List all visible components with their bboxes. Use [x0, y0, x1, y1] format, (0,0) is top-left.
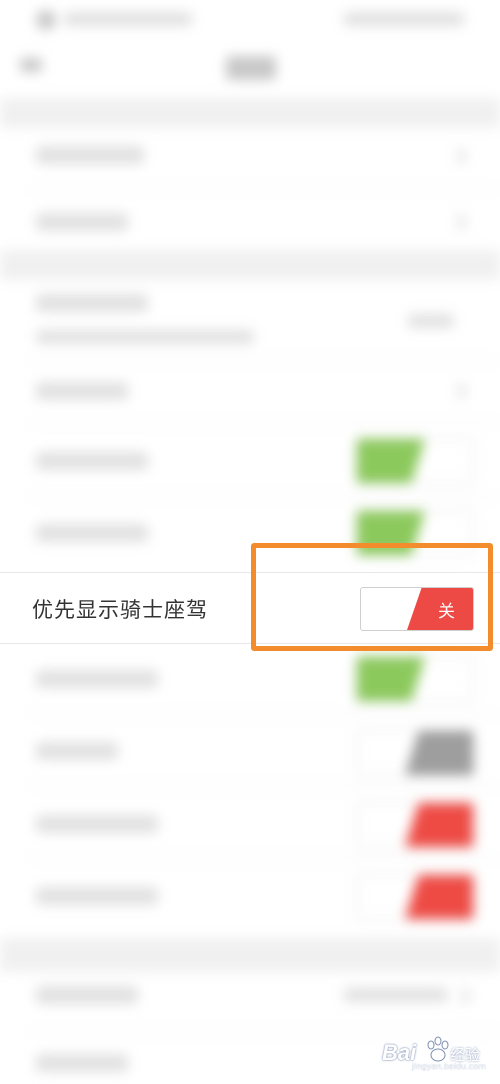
paw-icon	[427, 1036, 449, 1062]
baidu-jingyan-watermark: Bai 经验 jingyan.baidu.com	[382, 1028, 486, 1074]
setting-label: 优先显示骑士座驾	[32, 598, 208, 622]
annotation-highlight-box	[251, 543, 493, 651]
settings-screen: 优先显示骑士座驾 关 Bai 经验 jingyan.baidu.com	[0, 0, 500, 1084]
watermark-url: jingyan.baidu.com	[412, 1062, 486, 1071]
back-icon[interactable]	[20, 58, 42, 72]
blurred-settings-background	[0, 0, 500, 1084]
